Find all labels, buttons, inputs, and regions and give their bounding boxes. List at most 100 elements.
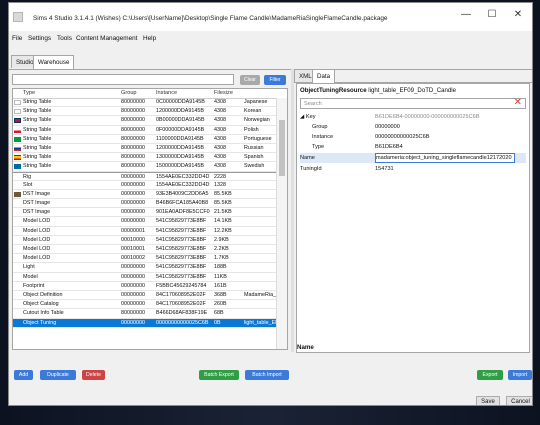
batch-export-button[interactable]: Batch Export — [199, 370, 239, 380]
clear-search-icon[interactable]: ✕ — [514, 97, 522, 108]
cell-group: 00000000 — [121, 264, 145, 271]
cell-filesize: 12.2KB — [214, 227, 232, 234]
table-row[interactable]: Light 00000000 541C95829773E8BF 188B — [13, 263, 278, 273]
maximize-button[interactable]: ☐ — [479, 6, 505, 24]
cell-group: 80000000 — [121, 126, 145, 133]
table-row[interactable]: Model LOD 00010001 541C95829773E8BF 2.2KB — [13, 245, 278, 255]
table-row[interactable]: String Table 80000000 1200000DDA9145B 4308 K… — [13, 107, 278, 117]
cell-filesize: 1328 — [214, 181, 226, 188]
duplicate-button[interactable]: Duplicate — [40, 370, 76, 380]
clear-button[interactable]: Clear — [240, 75, 260, 85]
cell-type: Object Definition — [23, 291, 63, 298]
cell-filesize: 2.2KB — [214, 246, 229, 252]
cell-type: Footprint — [23, 282, 45, 289]
cell-type: Cutout Info Table — [23, 310, 64, 317]
property-row[interactable]: ◢ Key B61DE6B4-00000000-000000000025C6B — [300, 112, 526, 122]
table-row[interactable]: String Table 80000000 1200000DDA9145B 4308 R… — [13, 144, 278, 154]
table-row[interactable]: String Table 80000000 0F00000DDA9145B 4308 P… — [13, 126, 278, 135]
cell-type: String Table — [23, 99, 52, 105]
property-row[interactable]: Name madameria:object_tuning_singleflamec… — [300, 153, 526, 163]
table-row[interactable]: Model LOD 00000001 541C95829773E8BF 12.2KB — [13, 227, 278, 236]
export-button[interactable]: Export — [477, 370, 503, 380]
property-row[interactable]: TuningId 154731 — [300, 164, 526, 174]
filter-button[interactable]: Filter — [264, 75, 286, 85]
column-header-group[interactable]: Group — [121, 90, 137, 96]
tab-data[interactable]: Data — [312, 69, 336, 83]
desktop-background — [0, 406, 540, 425]
column-header-type[interactable]: Type — [23, 90, 35, 96]
batch-import-button[interactable]: Batch Import — [245, 370, 289, 380]
add-button[interactable]: Add — [14, 370, 33, 380]
property-row[interactable]: Type B61DE6B4 — [300, 142, 526, 152]
delete-button[interactable]: Delete — [82, 370, 105, 380]
cell-type: Model — [23, 273, 38, 280]
property-row[interactable]: Instance 00000000000025C6B — [300, 132, 526, 142]
table-row[interactable]: Slot 00000000 1554AE0EC332DD4D 1328 — [13, 181, 278, 190]
cell-type: String Table — [23, 135, 52, 142]
import-button[interactable]: Import — [508, 370, 532, 380]
table-row[interactable]: Footprint 00000000 F5BBC45629245784 161B — [13, 282, 278, 291]
column-header-instance[interactable]: Instance — [156, 90, 177, 96]
property-label: Type — [312, 144, 325, 150]
table-rows: String Table 80000000 0C00000DDA9145B 4308 J… — [13, 98, 278, 328]
resource-heading: ObjectTuningResource light_table_EF09_Do… — [300, 87, 456, 94]
cell-instance: 541C95829773E8BF — [156, 273, 207, 280]
cell-group: 00000000 — [121, 218, 145, 225]
table-row[interactable]: Model LOD 00000000 541C95829773E8BF 14.1KB — [13, 217, 278, 227]
table-row[interactable]: DST Image 00000000 93E3B4009C2DD6A5 85.5KB — [13, 190, 278, 200]
table-row[interactable]: String Table 80000000 1100000DDA9145B 4308 P… — [13, 135, 278, 144]
cell-filesize: 0B — [214, 319, 221, 326]
table-row[interactable]: String Table 80000000 1500000DDA9145B 4308 S… — [13, 162, 278, 172]
cell-instance: 1100000DDA9145B — [156, 135, 204, 142]
cell-filesize: 4308 — [214, 163, 226, 170]
cell-instance: 0C00000DDA9145B — [156, 99, 205, 105]
cell-instance: 901EA0ADF8E5CCF0 — [156, 209, 210, 216]
property-value[interactable]: madameria:object_tuning_singleflamecandl… — [375, 153, 515, 163]
table-row[interactable]: DST Image 00000000 901EA0ADF8E5CCF0 21.5KB — [13, 208, 278, 218]
app-window: Sims 4 Studio 3.1.4.1 (Wishes) C:\Users\… — [8, 2, 533, 406]
table-row[interactable]: Model LOD 00010002 541C95829773E8BF 1.7KB — [13, 254, 278, 264]
language-flag-icon — [14, 155, 21, 161]
resource-search-input[interactable] — [12, 74, 234, 85]
scrollbar-thumb[interactable] — [279, 120, 285, 176]
column-header-filesize[interactable]: Filesize — [214, 90, 233, 96]
menu-settings[interactable]: Settings — [28, 35, 51, 42]
table-row[interactable]: DST Image 00000000 B46B6FCA185A40B8 85.5KB — [13, 199, 278, 209]
minimize-button[interactable]: — — [453, 6, 479, 24]
property-row[interactable]: Group 00000000 — [300, 122, 526, 132]
cell-instance: 00000000000025C6B — [156, 319, 209, 326]
table-row[interactable]: Object Definition 00000000 84C170608952E02… — [13, 291, 278, 301]
close-button[interactable]: ✕ — [505, 6, 531, 24]
cell-instance: 541C95829773E8BF — [156, 246, 207, 252]
menu-file[interactable]: File — [12, 35, 22, 42]
table-row[interactable]: Rig 00000000 1554AE0EC332DD4D 2228 — [13, 171, 278, 181]
cell-filesize: 68B — [214, 310, 224, 317]
table-row[interactable]: String Table 80000000 0B00000DDA9145B 4308 N… — [13, 116, 278, 126]
table-row[interactable]: Object Tuning 00000000 00000000000025C6B 0B… — [13, 318, 278, 328]
table-row[interactable]: String Table 80000000 1300000DDA9145B 4308 S… — [13, 153, 278, 163]
menu-tools[interactable]: Tools — [57, 35, 72, 42]
table-row[interactable]: Cutout Info Table 80000000 B466D68AF838F19… — [13, 309, 278, 319]
table-row[interactable]: Model 00000000 541C95829773E8BF 11KB — [13, 273, 278, 282]
menu-help[interactable]: Help — [143, 35, 156, 42]
cell-type: DST Image — [23, 209, 51, 216]
table-row[interactable]: String Table 80000000 0C00000DDA9145B 4308 J… — [13, 98, 278, 108]
vertical-scrollbar[interactable] — [276, 98, 287, 349]
property-search-input[interactable]: Search ✕ — [300, 97, 526, 109]
cell-filesize: 21.5KB — [214, 209, 232, 216]
cell-instance: 0F00000DDA9145B — [156, 126, 205, 133]
cell-group: 00000000 — [121, 291, 145, 298]
cell-group: 80000000 — [121, 117, 145, 124]
menu-content-management[interactable]: Content Management — [76, 35, 137, 42]
language-flag-icon — [14, 127, 21, 133]
cell-filesize: 4308 — [214, 117, 226, 124]
save-button[interactable]: Save — [476, 396, 500, 405]
cell-group: 00010002 — [121, 255, 145, 262]
detail-tabs: XML Data — [294, 69, 532, 83]
tab-warehouse[interactable]: Warehouse — [33, 55, 75, 69]
cell-name: light_table_EF0 — [244, 319, 278, 326]
cell-instance: 541C95829773E8BF — [156, 255, 207, 262]
cancel-button[interactable]: Cancel — [506, 396, 532, 405]
table-row[interactable]: Object Catalog 00000000 84C170608952E02F 26… — [13, 300, 278, 310]
table-row[interactable]: Model LOD 00010000 541C95829773E8BF 2.9KB — [13, 236, 278, 245]
